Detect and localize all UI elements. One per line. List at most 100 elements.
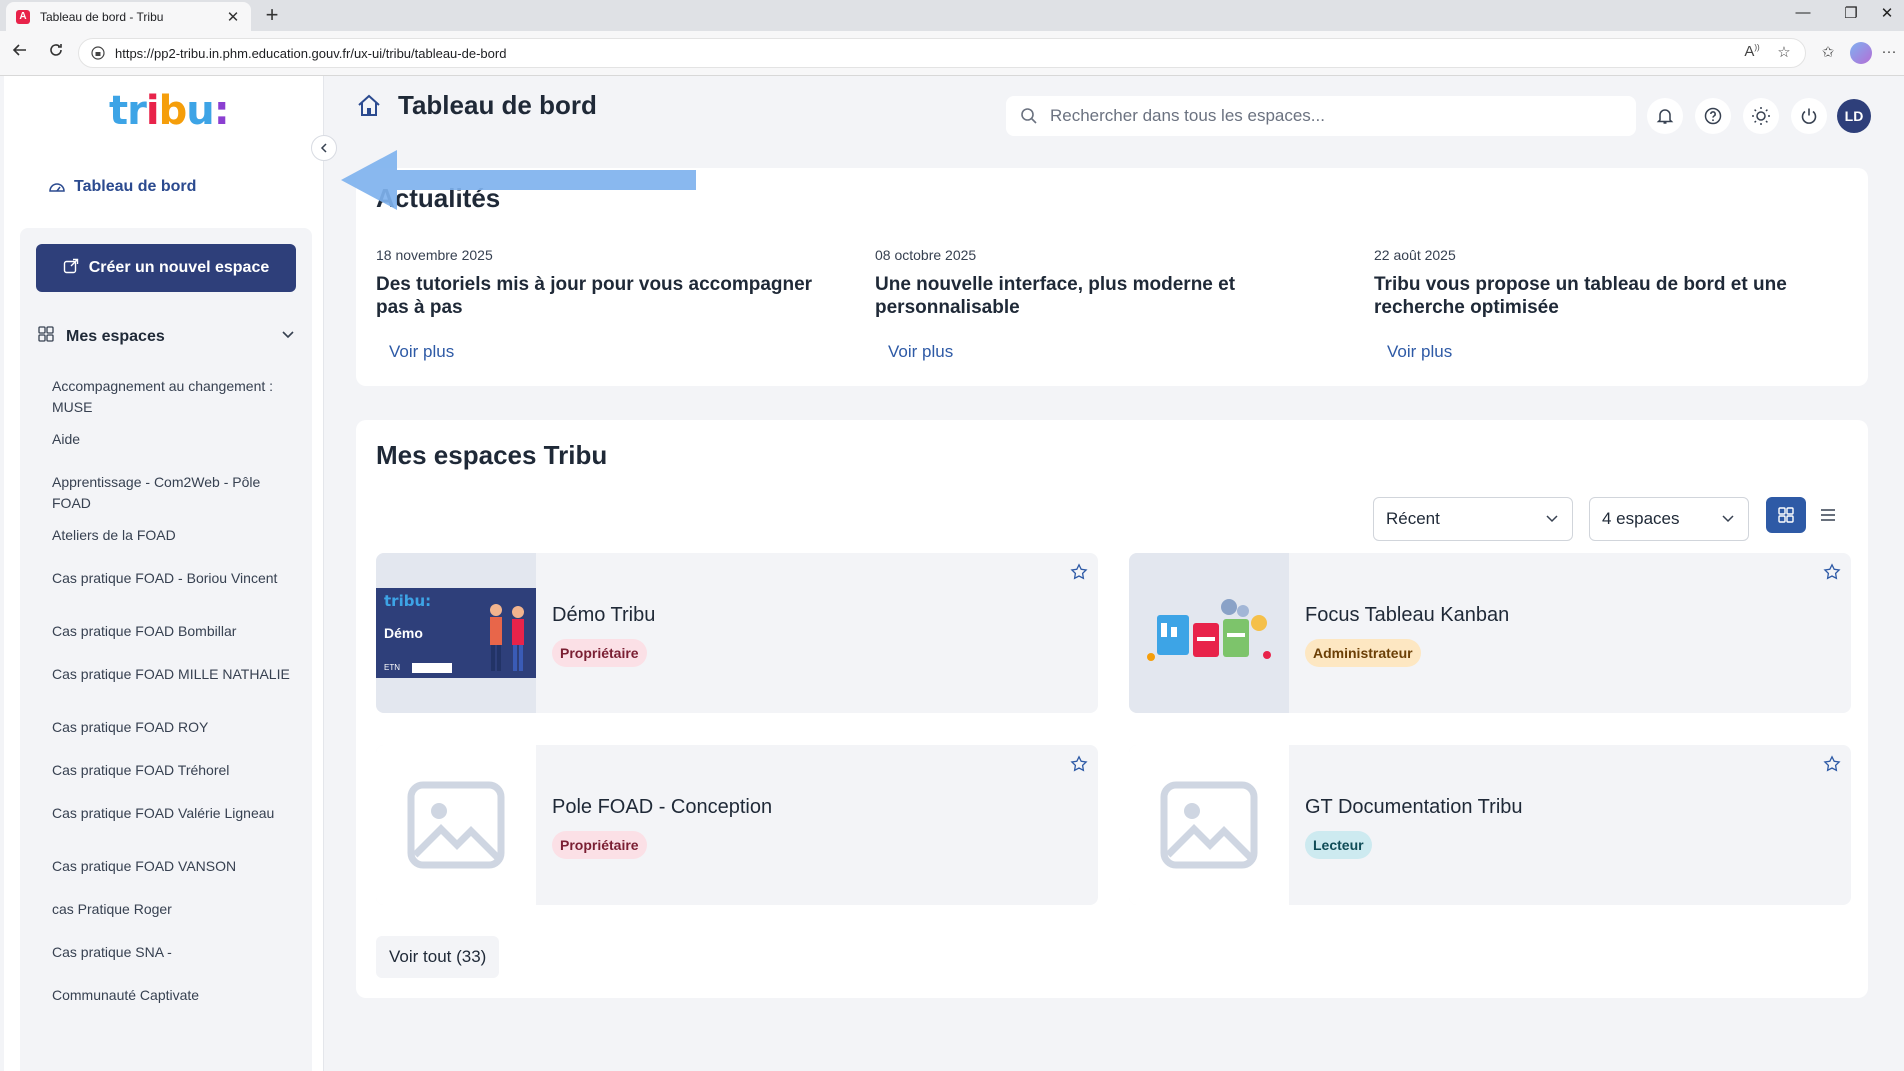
chevron-left-icon [320,143,327,153]
svg-text:Démo: Démo [384,625,423,641]
url-field[interactable]: https://pp2-tribu.in.phm.education.gouv.… [78,38,1806,68]
app: tr i b u: Tableau de bord Créer un nouvel e… [0,76,1904,1071]
help-icon [1704,107,1722,125]
news-headline[interactable]: Des tutoriels mis à jour pour vous accom… [376,273,846,319]
space-thumbnail [1129,745,1289,905]
role-badge: Propriétaire [552,639,647,667]
see-all-button[interactable]: Voir tout (33) [376,936,500,978]
space-list-item[interactable]: cas Pratique Roger [52,899,172,920]
see-more-link[interactable]: Voir plus [888,342,953,362]
image-placeholder-icon [407,781,505,869]
space-name[interactable]: GT Documentation Tribu [1305,796,1523,819]
kanban-illustration-image [1147,599,1271,661]
back-icon[interactable] [8,41,32,65]
reload-icon[interactable] [44,41,68,65]
space-name[interactable]: Focus Tableau Kanban [1305,604,1509,627]
search-field[interactable] [1006,96,1636,136]
news-item: 22 août 2025 Tribu vous propose un table… [1374,247,1844,361]
list-icon [1821,509,1835,521]
tab-close-icon[interactable]: ✕ [225,8,241,26]
notifications-button[interactable] [1647,98,1683,134]
space-list-item[interactable]: Cas pratique SNA - [52,942,172,963]
news-date: 22 août 2025 [1374,247,1456,263]
close-icon[interactable]: ✕ [1872,4,1902,22]
space-thumbnail [376,745,536,905]
space-card[interactable]: tribu: Démo ETN Démo Tribu Propriétaire [376,553,1098,713]
space-list-item[interactable]: Aide [52,429,80,450]
avatar[interactable]: LD [1837,99,1871,133]
role-badge: Propriétaire [552,831,647,859]
chevron-down-icon [1722,515,1734,523]
list-view-button[interactable] [1808,497,1848,533]
svg-text:ETN: ETN [384,663,400,672]
power-icon [1801,108,1817,124]
space-list-item[interactable]: Cas pratique FOAD ROY [52,717,208,738]
space-list-item[interactable]: Ateliers de la FOAD [52,525,176,546]
star-icon[interactable] [1823,563,1841,586]
create-space-button[interactable]: Créer un nouvel espace [36,244,296,292]
space-list-item[interactable]: Apprentissage - Com2Web - Pôle FOAD [52,472,292,514]
logout-button[interactable] [1791,98,1827,134]
svg-text:tribu:: tribu: [384,592,431,610]
space-list-item[interactable]: Cas pratique FOAD MILLE NATHALIE [52,664,290,685]
space-list-item[interactable]: Communauté Captivate [52,985,199,1006]
grid-view-button[interactable] [1766,497,1806,533]
search-input[interactable] [1050,106,1610,126]
image-placeholder-icon [1160,781,1258,869]
space-thumbnail [1129,553,1289,713]
space-name[interactable]: Démo Tribu [552,604,655,627]
annotation-arrow-icon [341,150,696,210]
theme-toggle-button[interactable] [1743,98,1779,134]
space-list-item[interactable]: Cas pratique FOAD Valérie Ligneau [52,803,274,824]
minimize-icon[interactable]: — [1788,4,1818,21]
chevron-down-icon [280,326,296,347]
star-icon[interactable] [1070,563,1088,586]
more-icon[interactable]: ··· [1878,43,1900,60]
space-list-item[interactable]: Cas pratique FOAD Tréhorel [52,760,229,781]
sidebar: tr i b u: Tableau de bord Créer un nouvel e… [4,76,324,1071]
space-list-item[interactable]: Accompagnement au changement : MUSE [52,376,292,418]
search-icon [1021,108,1037,124]
star-icon[interactable] [1070,755,1088,778]
chevron-down-icon [1546,515,1558,523]
sun-icon [1752,107,1770,125]
read-aloud-icon[interactable]: A)) [1741,43,1763,60]
space-list-item[interactable]: Cas pratique FOAD - Boriou Vincent [52,568,277,589]
profile-icon[interactable] [1850,42,1872,64]
space-name[interactable]: Pole FOAD - Conception [552,796,772,819]
collapse-sidebar-button[interactable] [311,135,337,161]
spaces-title: Mes espaces Tribu [376,440,608,470]
dashboard-gauge-icon [49,183,65,192]
space-list-item[interactable]: Cas pratique FOAD VANSON [52,856,236,877]
demo-thumbnail-image: tribu: Démo ETN [376,588,536,678]
space-card[interactable]: Pole FOAD - Conception Propriétaire [376,745,1098,905]
space-thumbnail: tribu: Démo ETN [376,553,536,713]
tribu-favicon-icon: A [16,9,30,24]
space-card[interactable]: Focus Tableau Kanban Administrateur [1129,553,1851,713]
news-headline[interactable]: Tribu vous propose un tableau de bord et… [1374,273,1844,319]
browser-tab-bar: A Tableau de bord - Tribu ✕ + — ❐ ✕ [0,0,1904,31]
space-card[interactable]: GT Documentation Tribu Lecteur [1129,745,1851,905]
home-icon [358,94,380,116]
count-select[interactable]: 4 espaces [1589,497,1749,541]
favorites-icon[interactable]: ✩ [1817,43,1839,61]
see-more-link[interactable]: Voir plus [1387,342,1452,362]
my-spaces-toggle[interactable]: Mes espaces [38,326,298,347]
maximize-icon[interactable]: ❐ [1836,4,1866,22]
sidebar-item-label: Tableau de bord [74,178,197,195]
help-button[interactable] [1695,98,1731,134]
see-more-link[interactable]: Voir plus [389,342,454,362]
new-tab-button[interactable]: + [260,4,284,28]
sidebar-item-dashboard[interactable]: Tableau de bord [48,178,196,196]
sort-select[interactable]: Récent [1373,497,1573,541]
favorite-star-icon[interactable]: ☆ [1773,43,1795,61]
space-list-item[interactable]: Cas pratique FOAD Bombillar [52,621,236,642]
lock-icon[interactable] [91,46,105,60]
news-headline[interactable]: Une nouvelle interface, plus moderne et … [875,273,1345,319]
browser-tab[interactable]: A Tableau de bord - Tribu ✕ [6,2,251,31]
star-icon[interactable] [1823,755,1841,778]
tribu-logo[interactable]: tr i b u: [109,88,230,134]
my-spaces-label: Mes espaces [66,327,165,345]
url-text: https://pp2-tribu.in.phm.education.gouv.… [115,45,507,61]
grid-icon [38,326,54,347]
